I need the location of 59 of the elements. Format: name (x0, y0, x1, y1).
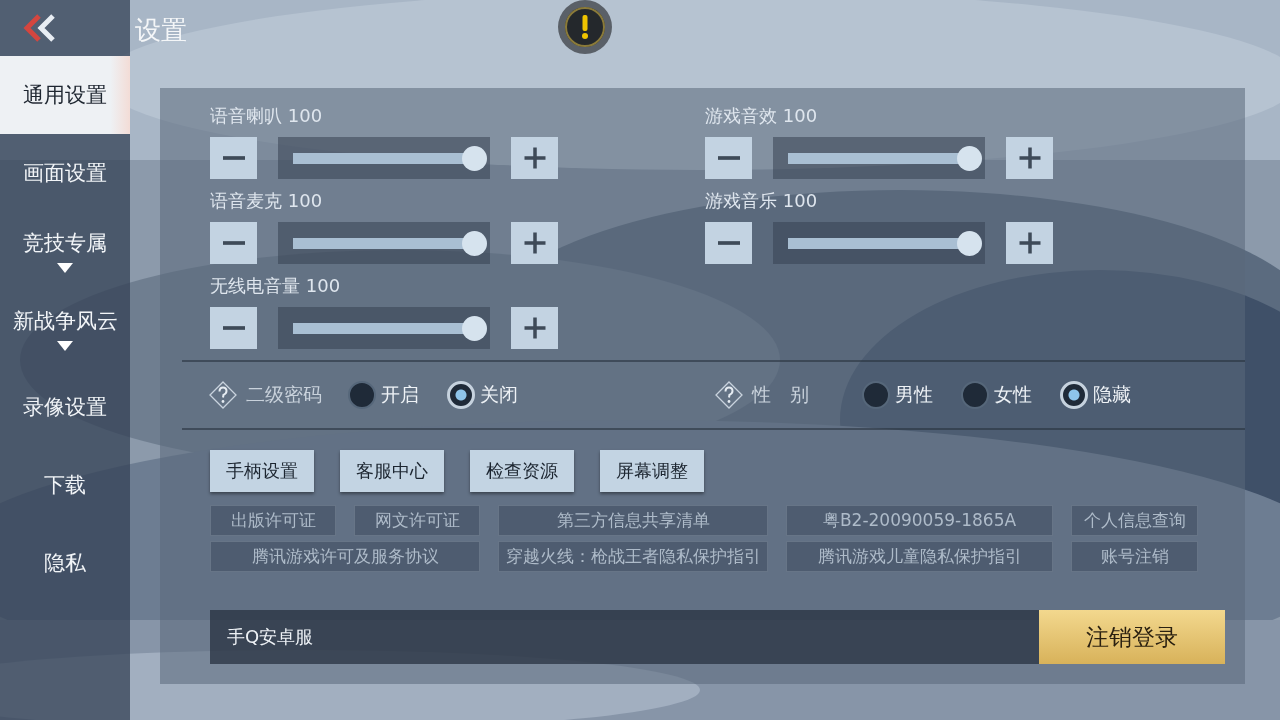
server-label: 手Q安卓服 (210, 610, 1039, 664)
info-link[interactable]: 账号注销 (1071, 541, 1198, 572)
sidebar-tab[interactable]: 通用设置 (0, 56, 130, 134)
minus-button[interactable] (210, 307, 257, 349)
info-link[interactable]: 个人信息查询 (1071, 505, 1198, 536)
volume-slider[interactable] (773, 137, 985, 179)
info-link[interactable]: 腾讯游戏许可及服务协议 (210, 541, 480, 572)
warning-icon[interactable] (557, 0, 613, 55)
sidebar-tab[interactable]: 新战争风云 (0, 290, 130, 368)
back-icon[interactable] (22, 13, 58, 43)
minus-icon (717, 241, 740, 245)
settings-button[interactable]: 客服中心 (340, 450, 444, 492)
volume-slider[interactable] (278, 307, 490, 349)
volume-slider[interactable] (278, 137, 490, 179)
info-link[interactable]: 穿越火线：枪战王者隐私保护指引 (498, 541, 768, 572)
settings-button[interactable]: 手柄设置 (210, 450, 314, 492)
info-link[interactable]: 粤B2-20090059-1865A (786, 505, 1053, 536)
sidebar-tab[interactable]: 下载 (0, 446, 130, 524)
plus-button[interactable] (1006, 137, 1053, 179)
minus-icon (222, 156, 245, 160)
plus-button[interactable] (1006, 222, 1053, 264)
minus-button[interactable] (705, 137, 752, 179)
setting-label: 性 别 (752, 382, 810, 407)
volume-label: 语音喇叭 100 (210, 104, 324, 128)
radio-option[interactable]: 男性 (862, 381, 933, 409)
volume-label: 语音麦克 100 (210, 189, 324, 213)
minus-icon (222, 326, 245, 330)
minus-button[interactable] (210, 222, 257, 264)
plus-button[interactable] (511, 137, 558, 179)
minus-button[interactable] (210, 137, 257, 179)
plus-button[interactable] (511, 307, 558, 349)
settings-button[interactable]: 检查资源 (470, 450, 574, 492)
minus-icon (222, 241, 245, 245)
help-icon[interactable] (714, 380, 744, 410)
info-link[interactable]: 出版许可证 (210, 505, 336, 536)
setting-label: 二级密码 (246, 382, 323, 407)
radio-option[interactable]: 隐藏 (1060, 381, 1131, 409)
radio-option[interactable]: 开启 (348, 381, 419, 409)
volume-slider[interactable] (278, 222, 490, 264)
info-link[interactable]: 腾讯游戏儿童隐私保护指引 (786, 541, 1053, 572)
page-title: 设置 (135, 13, 187, 47)
radio-option[interactable]: 女性 (961, 381, 1032, 409)
help-icon[interactable] (208, 380, 238, 410)
settings-button[interactable]: 屏幕调整 (600, 450, 704, 492)
sidebar-tab[interactable]: 画面设置 (0, 134, 130, 212)
plus-button[interactable] (511, 222, 558, 264)
volume-label: 游戏音乐 100 (705, 189, 819, 213)
logout-button[interactable]: 注销登录 (1039, 610, 1225, 664)
info-link[interactable]: 网文许可证 (354, 505, 480, 536)
sidebar-tab[interactable]: 录像设置 (0, 368, 130, 446)
minus-icon (717, 156, 740, 160)
sidebar-tab[interactable]: 竞技专属 (0, 212, 130, 290)
info-link[interactable]: 第三方信息共享清单 (498, 505, 768, 536)
volume-label: 无线电音量 100 (210, 274, 342, 298)
volume-label: 游戏音效 100 (705, 104, 819, 128)
sidebar-tab[interactable]: 隐私 (0, 524, 130, 602)
minus-button[interactable] (705, 222, 752, 264)
radio-option[interactable]: 关闭 (447, 381, 518, 409)
volume-slider[interactable] (773, 222, 985, 264)
